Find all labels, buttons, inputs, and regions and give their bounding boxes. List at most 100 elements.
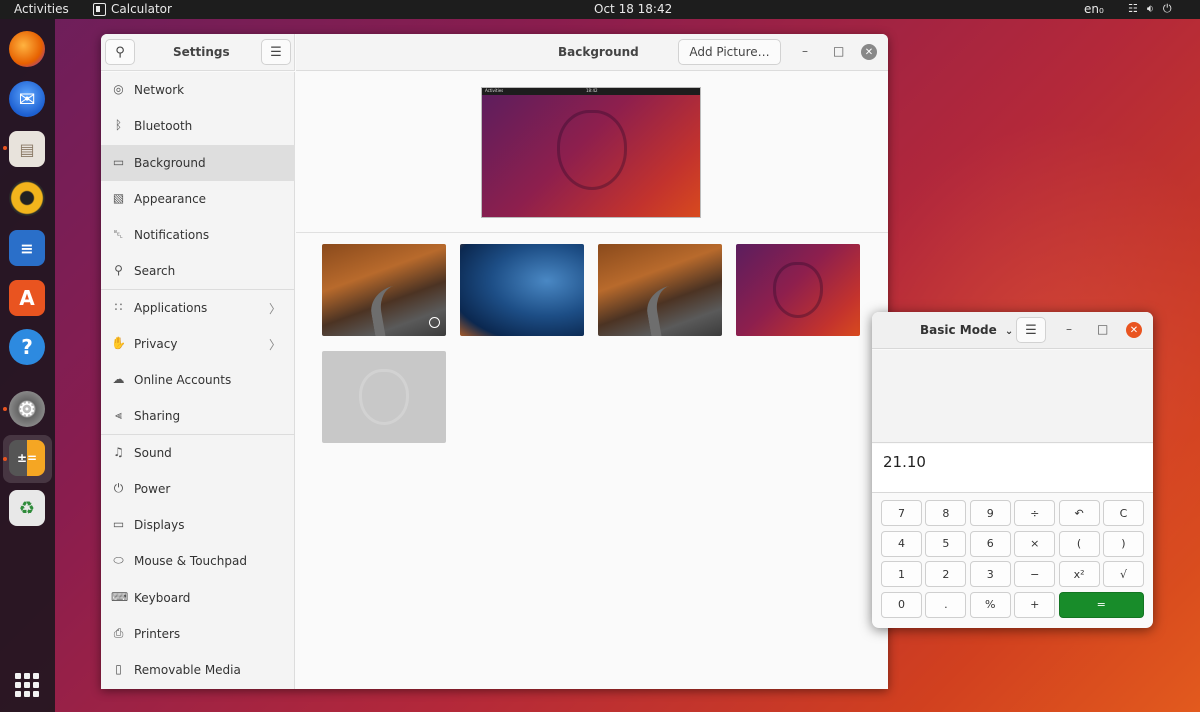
sidebar-item-printers[interactable]: ⎙ Printers [101,616,295,652]
share-icon: ⫷ [115,408,122,422]
sidebar-item-label: Removable Media [134,663,241,677]
wallpaper-thumbnail[interactable] [598,244,722,336]
key-button[interactable]: ( [1058,530,1100,557]
key-button[interactable]: 6 [969,530,1011,557]
search-button[interactable]: ⚲ [105,39,135,65]
key-button[interactable]: 1 [881,561,922,587]
sidebar-item-label: Bluetooth [134,119,193,133]
app-menu[interactable]: Calculator [93,2,172,16]
sidebar-item-label: Notifications [134,228,210,242]
input-language[interactable]: en₀ [1084,2,1104,16]
sidebar-item-applications[interactable]: ∷ Applications 〉 [101,290,295,326]
settings-title: Settings [173,45,230,59]
sidebar-item-background[interactable]: ▭ Background [101,145,295,181]
key-button[interactable]: % [969,591,1011,618]
preview-mascot [557,110,627,190]
sidebar-item-sharing[interactable]: ⫷ Sharing [101,398,295,434]
key-button[interactable]: 0 [881,591,922,618]
key-button[interactable]: 7 [881,500,922,526]
sidebar-item-power[interactable]: ⏻ Power [101,471,295,507]
rhythmbox-icon[interactable] [9,180,45,216]
keypad: 7 8 9 ÷ ↶ C 4 5 6 ×() 1 2 3− x² √ 0.% + = [881,500,1144,618]
calculator-display[interactable]: 21.10 [872,444,1153,493]
sidebar-item-sound[interactable]: ♫ Sound [101,435,295,471]
hand-icon: ✋ [111,336,126,350]
activities-button[interactable]: Activities [14,2,69,16]
background-panel: Activities 18:42 [296,72,888,689]
search-icon: ⚲ [115,44,125,60]
sidebar-item-network[interactable]: ◎ Network [101,72,295,108]
key-button[interactable]: × [1014,530,1056,557]
key-button[interactable]: √ [1102,561,1144,587]
sidebar-item-label: Mouse & Touchpad [134,554,247,568]
key-button[interactable]: ÷ [1014,500,1056,526]
wallpaper-thumbnail[interactable] [736,244,860,336]
appearance-icon: ▧ [112,191,125,205]
settings-gear-icon[interactable]: ⚙ [9,391,45,427]
sidebar-item-search[interactable]: ⚲ Search [101,253,295,289]
key-button[interactable]: ↶ [1058,500,1100,526]
chevron-right-icon: 〉 [268,338,281,352]
sidebar-item-displays[interactable]: ▭ Displays [101,507,295,543]
hamburger-icon: ☰ [1025,322,1037,338]
dock: ✉ ▤ ≡ A ? ⚙ ±= ♻ [0,19,55,712]
divider [296,232,888,233]
calculator-icon[interactable]: ±= [9,440,45,476]
sidebar-item-bluetooth[interactable]: ᛒ Bluetooth [101,108,295,144]
settings-sidebar: ◎ Network ᛒ Bluetooth ▭ Background ▧ Appearance… [101,72,295,689]
minimize-icon[interactable]: – [1066,322,1072,336]
key-button[interactable]: C [1102,500,1144,526]
preview-topbar: Activities 18:42 [482,88,700,95]
mode-selector[interactable]: Basic Mode ⌄ [920,323,1013,337]
key-button[interactable]: 4 [881,530,922,557]
keyboard-icon: ⌨ [111,590,129,604]
sidebar-item-mouse-touchpad[interactable]: ⬭ Mouse & Touchpad [101,543,295,579]
calculator-menu-button[interactable]: ☰ [1016,317,1046,343]
key-button[interactable]: x² [1058,561,1100,587]
add-picture-button[interactable]: Add Picture… [678,39,781,65]
sidebar-item-appearance[interactable]: ▧ Appearance [101,181,295,217]
show-apps-icon[interactable] [15,673,39,697]
firefox-icon[interactable] [9,31,45,67]
writer-icon[interactable]: ≡ [9,230,45,266]
wallpaper-thumbnail[interactable] [322,351,446,443]
key-button[interactable]: 2 [925,561,967,587]
key-button[interactable]: 3 [969,561,1011,587]
running-indicator [3,146,7,150]
app-center-icon[interactable]: A [9,280,45,316]
key-button[interactable]: 9 [969,500,1011,526]
close-icon[interactable]: ✕ [861,44,877,60]
sidebar-item-notifications[interactable]: ␇ Notifications [101,217,295,253]
key-button[interactable]: = [1058,591,1144,618]
minimize-icon[interactable]: – [802,44,808,58]
sidebar-item-label: Sharing [134,409,181,423]
volume-icon: 🔉︎ [1146,2,1154,15]
system-tray[interactable]: ☷ 🔉︎ ⏻ [1128,2,1172,16]
key-button[interactable]: − [1014,561,1056,587]
trash-icon[interactable]: ♻ [9,490,45,526]
sidebar-item-removable-media[interactable]: ▯ Removable Media [101,652,295,688]
help-icon[interactable]: ? [9,329,45,365]
maximize-icon[interactable]: □ [1097,322,1108,336]
wallpaper-thumbnail[interactable] [460,244,584,336]
preview-activities: Activities [485,88,504,93]
close-icon[interactable]: ✕ [1126,322,1142,338]
clock[interactable]: Oct 18 18:42 [594,2,672,16]
sidebar-item-online-accounts[interactable]: ☁ Online Accounts [101,362,295,398]
thunderbird-icon[interactable]: ✉ [9,81,45,117]
sidebar-item-keyboard[interactable]: ⌨ Keyboard [101,580,295,616]
maximize-icon[interactable]: □ [833,44,844,58]
wallpaper-thumbnail[interactable] [322,244,446,336]
key-button[interactable]: . [925,591,967,618]
chevron-right-icon: 〉 [268,302,281,316]
key-button[interactable]: 5 [925,530,967,557]
sidebar-item-label: Search [134,264,176,278]
sidebar-divider [101,289,295,290]
key-button[interactable]: + [1014,591,1056,618]
key-button[interactable]: ) [1102,530,1144,557]
key-button[interactable]: 8 [925,500,967,526]
files-icon[interactable]: ▤ [9,131,45,167]
sidebar-item-privacy[interactable]: ✋ Privacy 〉 [101,326,295,362]
settings-menu-button[interactable]: ☰ [261,39,291,65]
sidebar-item-label: Background [134,156,206,170]
